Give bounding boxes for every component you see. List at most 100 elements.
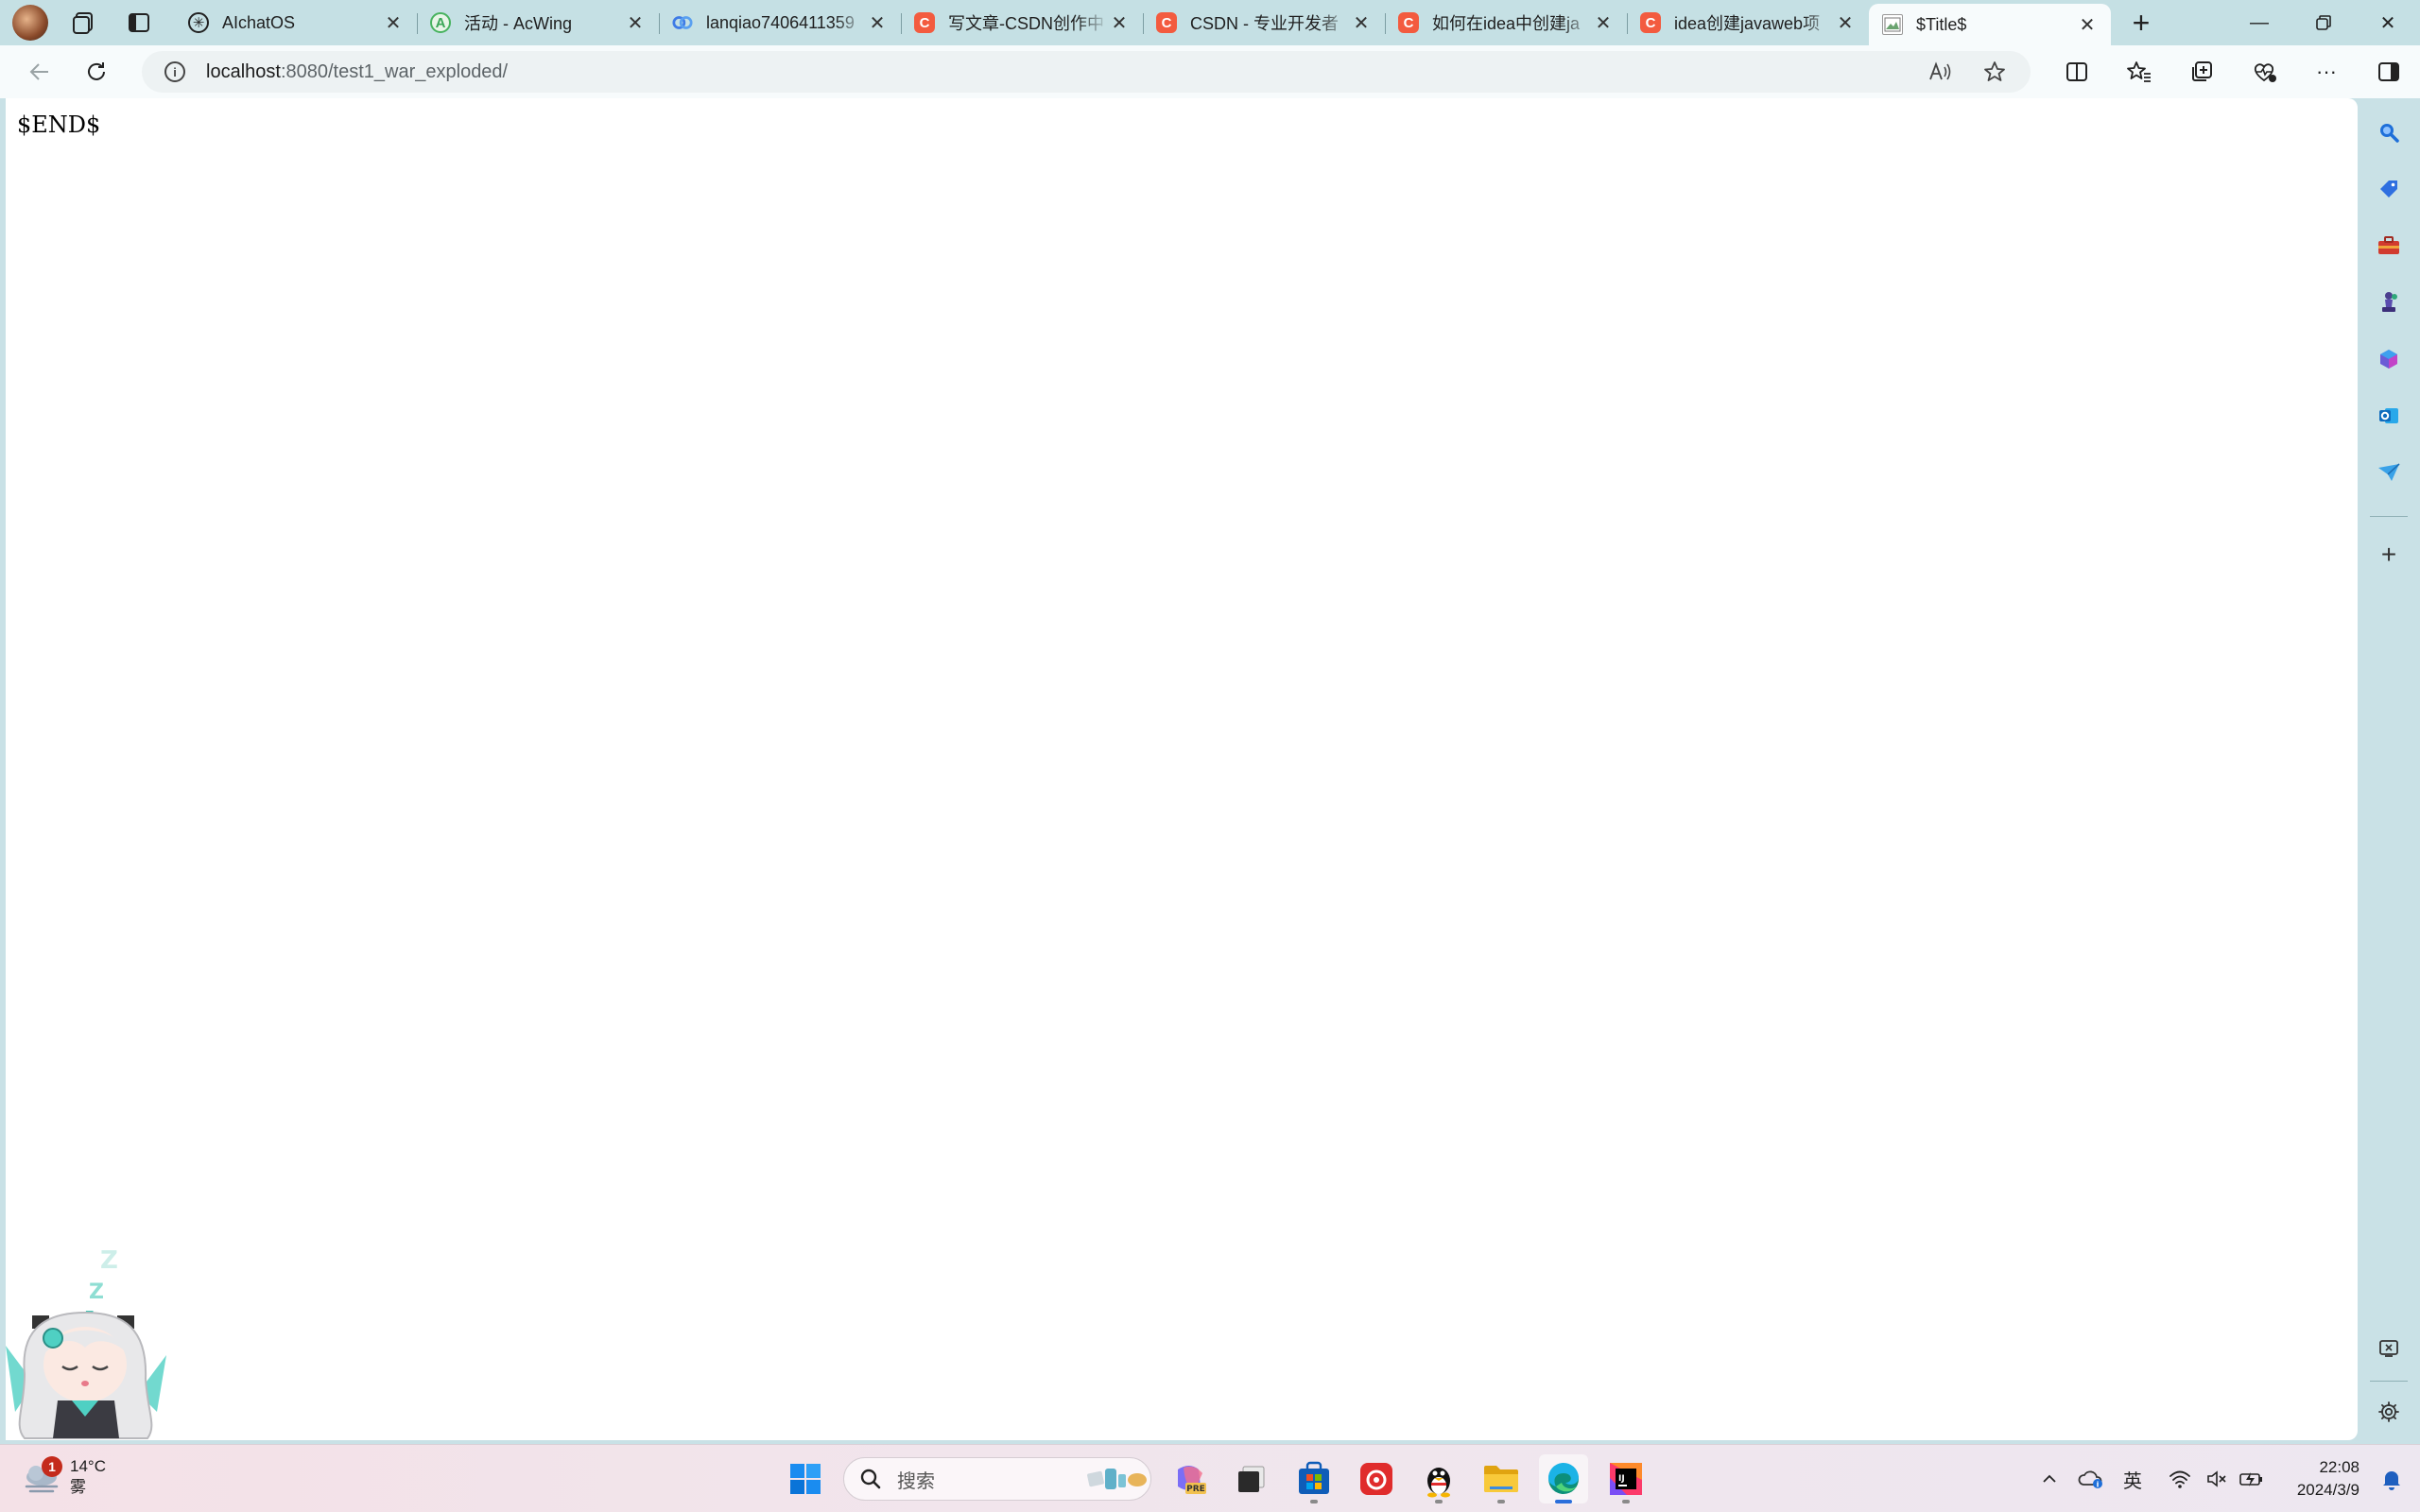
fog-cloud-icon: 1 [21,1456,62,1496]
clock[interactable]: 22:08 2024/3/9 [2271,1456,2360,1502]
tab-csdn-javaweb[interactable]: C idea创建javaweb项 ✕ [1627,4,1869,42]
windows-start-icon[interactable] [781,1454,830,1503]
page-body-text: $END$ [17,112,101,138]
more-options-icon[interactable]: ··· [2295,49,2358,94]
url-host: localhost [206,60,281,82]
restore-icon[interactable] [2291,0,2356,45]
onedrive-icon[interactable]: i [2070,1458,2112,1500]
desktop-mascot-image[interactable]: Z Z z [6,1223,176,1440]
shopping-tag-icon[interactable] [2370,170,2408,208]
refresh-button[interactable] [74,49,119,94]
wifi-icon[interactable] [2159,1458,2201,1500]
url-text[interactable]: localhost:8080/test1_war_exploded/ [206,61,508,83]
search-icon [860,1469,881,1489]
close-icon[interactable]: ✕ [625,11,646,35]
games-chess-icon[interactable] [2370,284,2408,321]
close-icon[interactable]: ✕ [2077,13,2098,37]
intellij-idea-icon[interactable]: IJ [1601,1454,1651,1503]
page-icon [1882,14,1903,35]
csdn-icon: C [1640,12,1661,33]
outlook-icon[interactable] [2370,397,2408,435]
weather-condition: 雾 [70,1478,86,1496]
favorites-icon[interactable] [2108,49,2170,94]
clock-time: 22:08 [2319,1458,2360,1476]
netease-music-icon[interactable] [1352,1454,1401,1503]
page-viewport: $END$ Z Z z [6,98,2358,1440]
tab-csdn-home[interactable]: C CSDN - 专业开发者 ✕ [1143,4,1385,42]
tab-csdn-idea[interactable]: C 如何在idea中创建ja ✕ [1385,4,1627,42]
system-tray: i 英 22:08 2024/3/9 [2029,1445,2420,1512]
lanqiao-icon [672,12,693,33]
tab-lanqiao[interactable]: lanqiao7406411359 ✕ [659,4,901,42]
workspaces-icon[interactable] [65,4,103,42]
close-icon[interactable]: ✕ [383,11,404,35]
battery-charging-icon[interactable] [2233,1458,2271,1500]
running-indicator [1435,1500,1443,1503]
tab-aichatos[interactable]: ✳ AIchatOS ✕ [175,4,417,42]
minimize-icon[interactable]: — [2227,0,2291,45]
taskbar-search[interactable]: 搜索 [843,1457,1151,1501]
tab-title: lanqiao7406411359 [706,12,855,32]
close-icon[interactable]: ✕ [1593,11,1614,35]
drop-send-icon[interactable] [2370,454,2408,491]
ime-language-indicator[interactable]: 英 [2112,1458,2153,1500]
browser-toolbar: i localhost:8080/test1_war_exploded/ ··· [0,45,2420,98]
sidebar-toggle-icon[interactable] [2358,49,2420,94]
screen: ✳ AIchatOS ✕ A 活动 - AcWing ✕ lanqiao7406… [0,0,2420,1512]
sidebar-bottom [2358,1311,2420,1440]
taskbar-center: 搜索 PRE IJ [781,1454,1651,1503]
add-sidebar-app-icon[interactable]: + [2370,536,2408,574]
settings-gear-icon[interactable] [2370,1393,2408,1431]
close-icon[interactable]: ✕ [1109,11,1130,35]
edge-browser-icon[interactable] [1539,1454,1588,1503]
profile-avatar[interactable] [12,5,48,41]
acwing-icon: A [430,12,451,33]
close-icon[interactable]: ✕ [1835,11,1856,35]
weather-widget[interactable]: 1 14°C 雾 [21,1456,106,1498]
tab-csdn-write[interactable]: C 写文章-CSDN创作中 ✕ [901,4,1143,42]
window-controls: — ✕ [2227,0,2420,45]
svg-text:Z: Z [100,1246,118,1275]
notification-bell-icon[interactable] [2373,1460,2411,1498]
search-placeholder: 搜索 [897,1470,935,1492]
microsoft-store-icon[interactable] [1289,1454,1339,1503]
split-screen-icon[interactable] [2046,49,2108,94]
close-window-icon[interactable]: ✕ [2356,0,2420,45]
volume-muted-icon[interactable] [2201,1458,2233,1500]
tab-active-title[interactable]: $Title$ ✕ [1869,4,2111,45]
collections-icon[interactable] [2170,49,2233,94]
screenshot-icon[interactable] [2370,1330,2408,1367]
tab-title: 如何在idea中创建ja [1432,14,1581,33]
weather-temp: 14°C [70,1457,106,1475]
address-bar[interactable]: i localhost:8080/test1_war_exploded/ [142,51,2031,93]
favorite-star-icon[interactable] [1978,55,2012,89]
tab-acwing[interactable]: A 活动 - AcWing ✕ [417,4,659,42]
site-info-icon[interactable]: i [164,61,185,82]
edge-sidebar: + [2358,98,2420,1440]
new-tab-button[interactable]: + [2118,4,2164,42]
microsoft365-icon[interactable] [2370,340,2408,378]
search-icon[interactable] [2370,113,2408,151]
tab-title: 写文章-CSDN创作中 [948,14,1104,33]
chevron-up-icon[interactable] [2029,1458,2070,1500]
close-icon[interactable]: ✕ [867,11,888,35]
back-button[interactable] [17,49,62,94]
task-view-icon[interactable] [1227,1454,1276,1503]
clock-date: 2024/3/9 [2296,1481,2360,1499]
tools-briefcase-icon[interactable] [2370,227,2408,265]
tab-strip: ✳ AIchatOS ✕ A 活动 - AcWing ✕ lanqiao7406… [0,0,2420,45]
copilot-icon[interactable]: PRE [1165,1454,1214,1503]
svg-text:Z: Z [89,1280,104,1304]
sidebar-divider [2370,1381,2408,1382]
svg-text:IJ: IJ [1618,1474,1625,1484]
tab-actions-icon[interactable] [120,4,158,42]
windows-taskbar: 1 14°C 雾 搜索 PRE IJ i 英 22:08 2024/3/9 [0,1444,2420,1512]
file-explorer-icon[interactable] [1477,1454,1526,1503]
tab-title: 活动 - AcWing [464,14,573,33]
close-icon[interactable]: ✕ [1351,11,1372,35]
tab-list: ✳ AIchatOS ✕ A 活动 - AcWing ✕ lanqiao7406… [175,0,2164,45]
qq-penguin-icon[interactable] [1414,1454,1463,1503]
read-aloud-icon[interactable] [1923,55,1957,89]
tab-title: AIchatOS [222,12,296,32]
browser-essentials-icon[interactable] [2233,49,2295,94]
